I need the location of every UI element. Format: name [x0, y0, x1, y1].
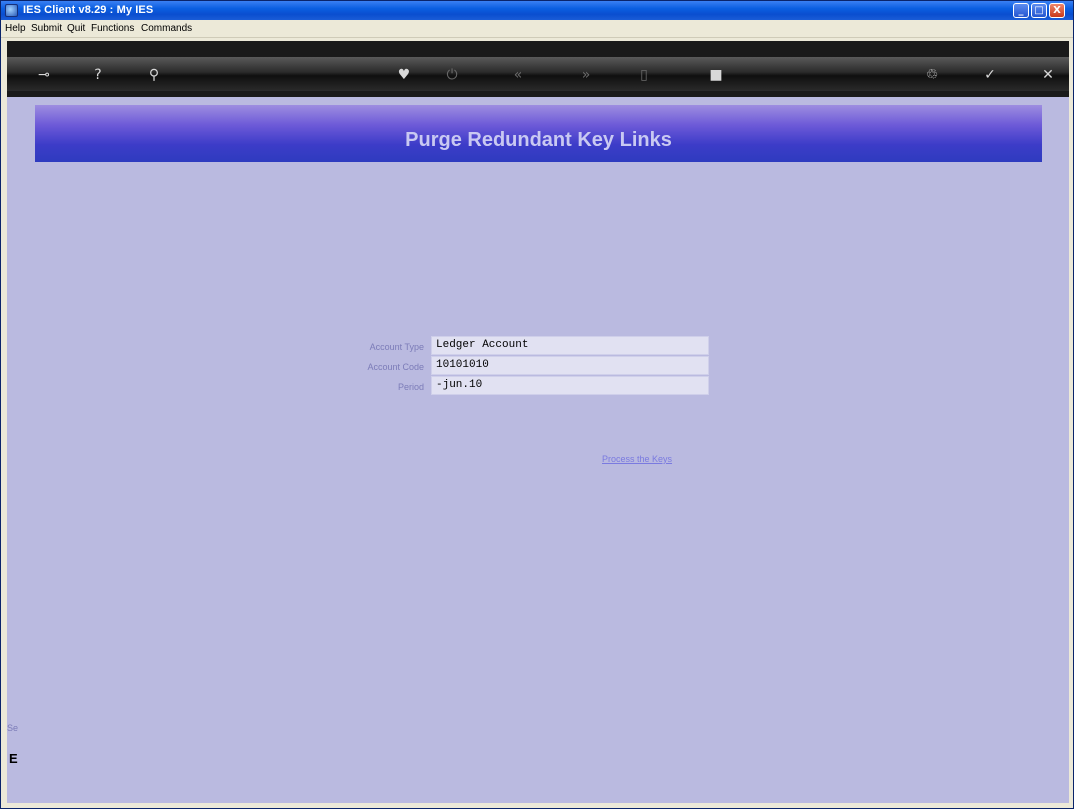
maximize-icon: □ — [1034, 5, 1044, 16]
account-type-label: Account Type — [369, 342, 424, 352]
period-label: Period — [397, 382, 424, 392]
app-icon — [5, 4, 18, 17]
period-field[interactable]: -jun.10 — [431, 376, 709, 395]
forward-icon[interactable]: » — [575, 67, 597, 83]
side-char-fragment: E — [9, 751, 18, 766]
check-icon[interactable]: ✓ — [979, 67, 1001, 83]
maximize-button[interactable]: □ — [1031, 3, 1047, 18]
process-keys-link[interactable]: Process the Keys — [602, 454, 672, 464]
side-label-fragment: Se — [7, 723, 19, 733]
menu-commands[interactable]: Commands — [141, 23, 192, 34]
minimize-icon: _ — [1018, 5, 1024, 16]
page-header: Purge Redundant Key Links — [35, 105, 1042, 162]
account-type-field[interactable]: Ledger Account — [431, 336, 709, 355]
app-window: IES Client v8.29 : My IES _ □ X Help Sub… — [0, 0, 1074, 809]
account-code-field[interactable]: 10101010 — [431, 356, 709, 375]
menu-submit[interactable]: Submit — [31, 23, 62, 34]
back-icon[interactable]: « — [507, 67, 529, 83]
close-window-button[interactable]: X — [1049, 3, 1065, 18]
content-area: Purge Redundant Key Links Account Type L… — [7, 97, 1069, 803]
menu-functions[interactable]: Functions — [91, 23, 134, 34]
close-icon[interactable]: ✕ — [1037, 67, 1059, 83]
power-icon[interactable]: ⏻ — [441, 67, 463, 83]
heart-icon[interactable]: ♥ — [393, 67, 415, 83]
recycle-icon[interactable]: ♲ — [921, 67, 943, 83]
close-window-icon: X — [1053, 5, 1061, 16]
minimize-button[interactable]: _ — [1013, 3, 1029, 18]
document-icon[interactable]: ▯ — [633, 67, 655, 83]
menu-bar: Help Submit Quit Functions Commands — [1, 20, 1073, 38]
page-title: Purge Redundant Key Links — [405, 129, 672, 151]
window-title: IES Client v8.29 : My IES — [23, 4, 154, 16]
toolbar — [7, 57, 1069, 91]
account-code-label: Account Code — [367, 362, 424, 372]
key-icon[interactable]: ⊸ — [33, 67, 55, 83]
help-icon[interactable]: ? — [87, 67, 109, 83]
stop-icon[interactable]: ■ — [705, 67, 727, 83]
title-bar[interactable]: IES Client v8.29 : My IES _ □ X — [1, 1, 1073, 20]
search-icon[interactable]: ⚲ — [143, 67, 165, 83]
menu-help[interactable]: Help — [5, 23, 26, 34]
menu-quit[interactable]: Quit — [67, 23, 85, 34]
